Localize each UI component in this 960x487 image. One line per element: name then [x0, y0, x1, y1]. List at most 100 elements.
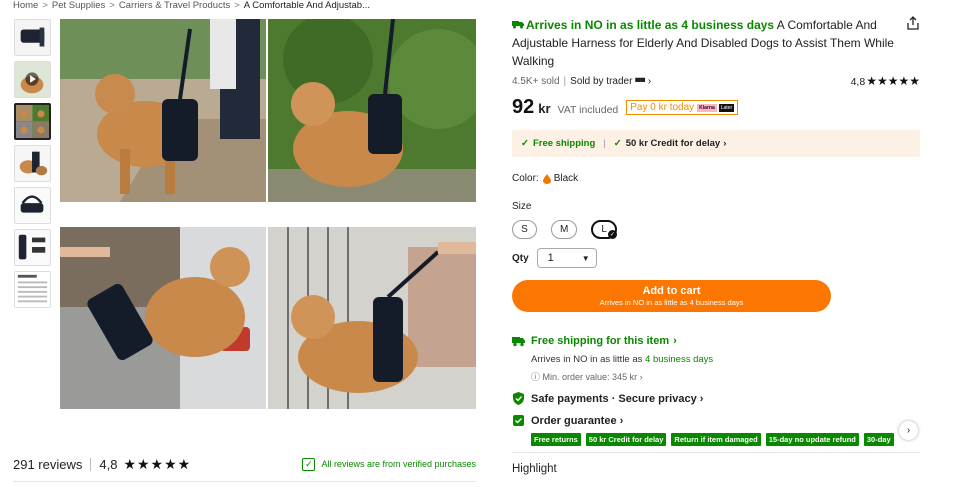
thumbnail-4[interactable] [14, 145, 51, 182]
share-icon[interactable] [906, 16, 920, 30]
selected-check-icon: ✓ [607, 230, 617, 239]
chevron-right-icon: › [619, 414, 624, 427]
badge-no-update-refund: 15-day no update refund [765, 433, 859, 446]
product-rating-stars: ★★★★★ [866, 74, 920, 88]
add-to-cart-button[interactable]: Add to cart Arrives in NO in as little a… [512, 280, 831, 312]
chevron-right-icon: › [639, 372, 643, 382]
sold-count: 4.5K+ sold [512, 75, 560, 87]
divider: | [603, 138, 606, 149]
quantity-row: Qty 1 ▼ [512, 248, 920, 268]
shield-icon [513, 392, 524, 405]
image-panel-bottom-left [60, 227, 266, 409]
qty-label: Qty [512, 252, 529, 264]
verified-purchases-note: ✓ All reviews are from verified purchase… [302, 457, 476, 471]
badge-30-day: 30-day [863, 433, 894, 446]
product-meta: 4.5K+ sold | Sold by trader ▀▀ › 4,8★★★★… [512, 74, 920, 88]
chevron-right-icon: › [673, 334, 677, 347]
product-rating[interactable]: 4,8★★★★★ [851, 74, 920, 88]
credit-delay-label: 50 kr Credit for delay [625, 138, 721, 149]
size-option-m[interactable]: M [551, 220, 578, 239]
order-guarantee-info[interactable]: Order guarantee › [512, 414, 920, 427]
divider-line [512, 452, 920, 453]
chevron-right-icon: › [647, 75, 652, 87]
chevron-right-icon: › [906, 425, 911, 436]
later-badge: Later [718, 103, 735, 112]
divider: | [563, 75, 567, 87]
size-options: S M L ✓ [512, 220, 920, 239]
quantity-select[interactable]: 1 ▼ [536, 248, 597, 268]
color-value: Black [553, 173, 579, 184]
arrival-headline: Arrives in NO in as little as 4 business… [512, 18, 774, 32]
arrival-prefix: Arrives in NO in as little as [531, 354, 646, 365]
free-shipping-info[interactable]: Free shipping for this item › [512, 334, 920, 347]
badges-scroll-right-button[interactable]: › [899, 421, 918, 440]
qty-value: 1 [547, 252, 554, 264]
price-row: 92 kr VAT included Pay 0 kr today Klarna L… [512, 96, 920, 119]
divider-line [13, 481, 476, 482]
badge-credit-delay: 50 kr Credit for delay [585, 433, 667, 446]
chevron-right-icon: › [699, 392, 704, 405]
badge-return-damaged: Return if item damaged [671, 433, 761, 446]
shipping-banner[interactable]: ✓ Free shipping | ✓ 50 kr Credit for del… [512, 130, 920, 157]
min-order-info[interactable]: ⓘ Min. order value: 345 kr › [531, 370, 920, 383]
image-panel-bottom-right [268, 227, 476, 409]
size-option-s[interactable]: S [512, 220, 537, 239]
thumbnail-strip [14, 19, 52, 313]
seller-label: Sold by trader [570, 75, 633, 87]
breadcrumb: Home > Pet Supplies > Carriers & Travel Prod… [13, 0, 370, 11]
thumbnail-6[interactable] [14, 229, 51, 266]
guarantee-badges: Free returns 50 kr Credit for delay Retu… [531, 433, 907, 446]
breadcrumb-separator: > [109, 0, 115, 11]
size-label: Size [512, 201, 532, 212]
check-icon: ✓ [521, 138, 529, 149]
reviews-count[interactable]: 291 reviews [13, 457, 82, 472]
thumbnail-3-active[interactable] [14, 103, 51, 140]
thumbnail-7-product-info[interactable] [14, 271, 51, 308]
arrival-info: Arrives in NO in as little as 4 business… [531, 354, 920, 365]
thumbnail-5[interactable] [14, 187, 51, 224]
chevron-down-icon: ▼ [581, 253, 590, 263]
reviews-stars: ★★★★★ [123, 455, 192, 472]
reviews-rating: 4,8 [99, 456, 118, 472]
free-shipping-title: Free shipping for this item [531, 334, 670, 347]
price-currency: kr [538, 101, 551, 116]
verified-label: All reviews are from verified purchases [321, 459, 476, 469]
info-icon: ⓘ [531, 372, 541, 382]
price-value: 92 [512, 96, 535, 118]
add-to-cart-sub: Arrives in NO in as little as 4 business… [599, 298, 744, 307]
main-product-image[interactable] [60, 19, 476, 436]
klarna-logo-icon: Klarna [697, 103, 717, 112]
product-info-panel: Arrives in NO in as little as 4 business… [512, 16, 920, 446]
guarantee-icon [513, 415, 524, 426]
order-guarantee-label: Order guarantee [531, 414, 617, 427]
reviews-summary: 291 reviews 4,8 ★★★★★ ✓ All reviews are … [13, 452, 476, 476]
color-swatch-icon [542, 173, 551, 184]
check-icon: ✓ [613, 138, 622, 149]
breadcrumb-carriers[interactable]: Carriers & Travel Products [119, 0, 230, 11]
size-option-l-label: L [601, 224, 607, 235]
chevron-right-icon: › [723, 138, 727, 149]
pay-later-badge[interactable]: Pay 0 kr today Klarna Later [626, 100, 739, 115]
seller-logo-icon: ▀▀ [635, 78, 646, 86]
arrival-text: Arrives in NO in as little as 4 business… [526, 18, 775, 32]
breadcrumb-separator: > [234, 0, 240, 11]
size-option-l[interactable]: L ✓ [591, 220, 617, 239]
safe-payments-info[interactable]: Safe payments · Secure privacy › [512, 392, 920, 405]
arrival-days: 4 business days [645, 354, 714, 365]
product-rating-value: 4,8 [850, 76, 866, 88]
breadcrumb-current: A Comfortable And Adjustab... [243, 0, 370, 11]
image-panel-top-left [60, 19, 266, 202]
pay-later-text: Pay 0 kr today [630, 102, 695, 113]
highlight-heading: Highlight [512, 463, 557, 475]
breadcrumb-home[interactable]: Home [13, 0, 38, 11]
thumbnail-1[interactable] [14, 19, 51, 56]
product-title: Arrives in NO in as little as 4 business… [512, 16, 920, 70]
breadcrumb-pet-supplies[interactable]: Pet Supplies [52, 0, 105, 11]
seller-link[interactable]: Sold by trader ▀▀ › [570, 76, 651, 87]
color-row: Color: Black [512, 173, 920, 184]
truck-icon [512, 21, 524, 29]
safe-payments-label: Safe payments · Secure privacy [531, 392, 697, 405]
thumbnail-2-video[interactable] [14, 61, 51, 98]
color-label: Color: [512, 173, 539, 184]
truck-icon [512, 337, 525, 347]
